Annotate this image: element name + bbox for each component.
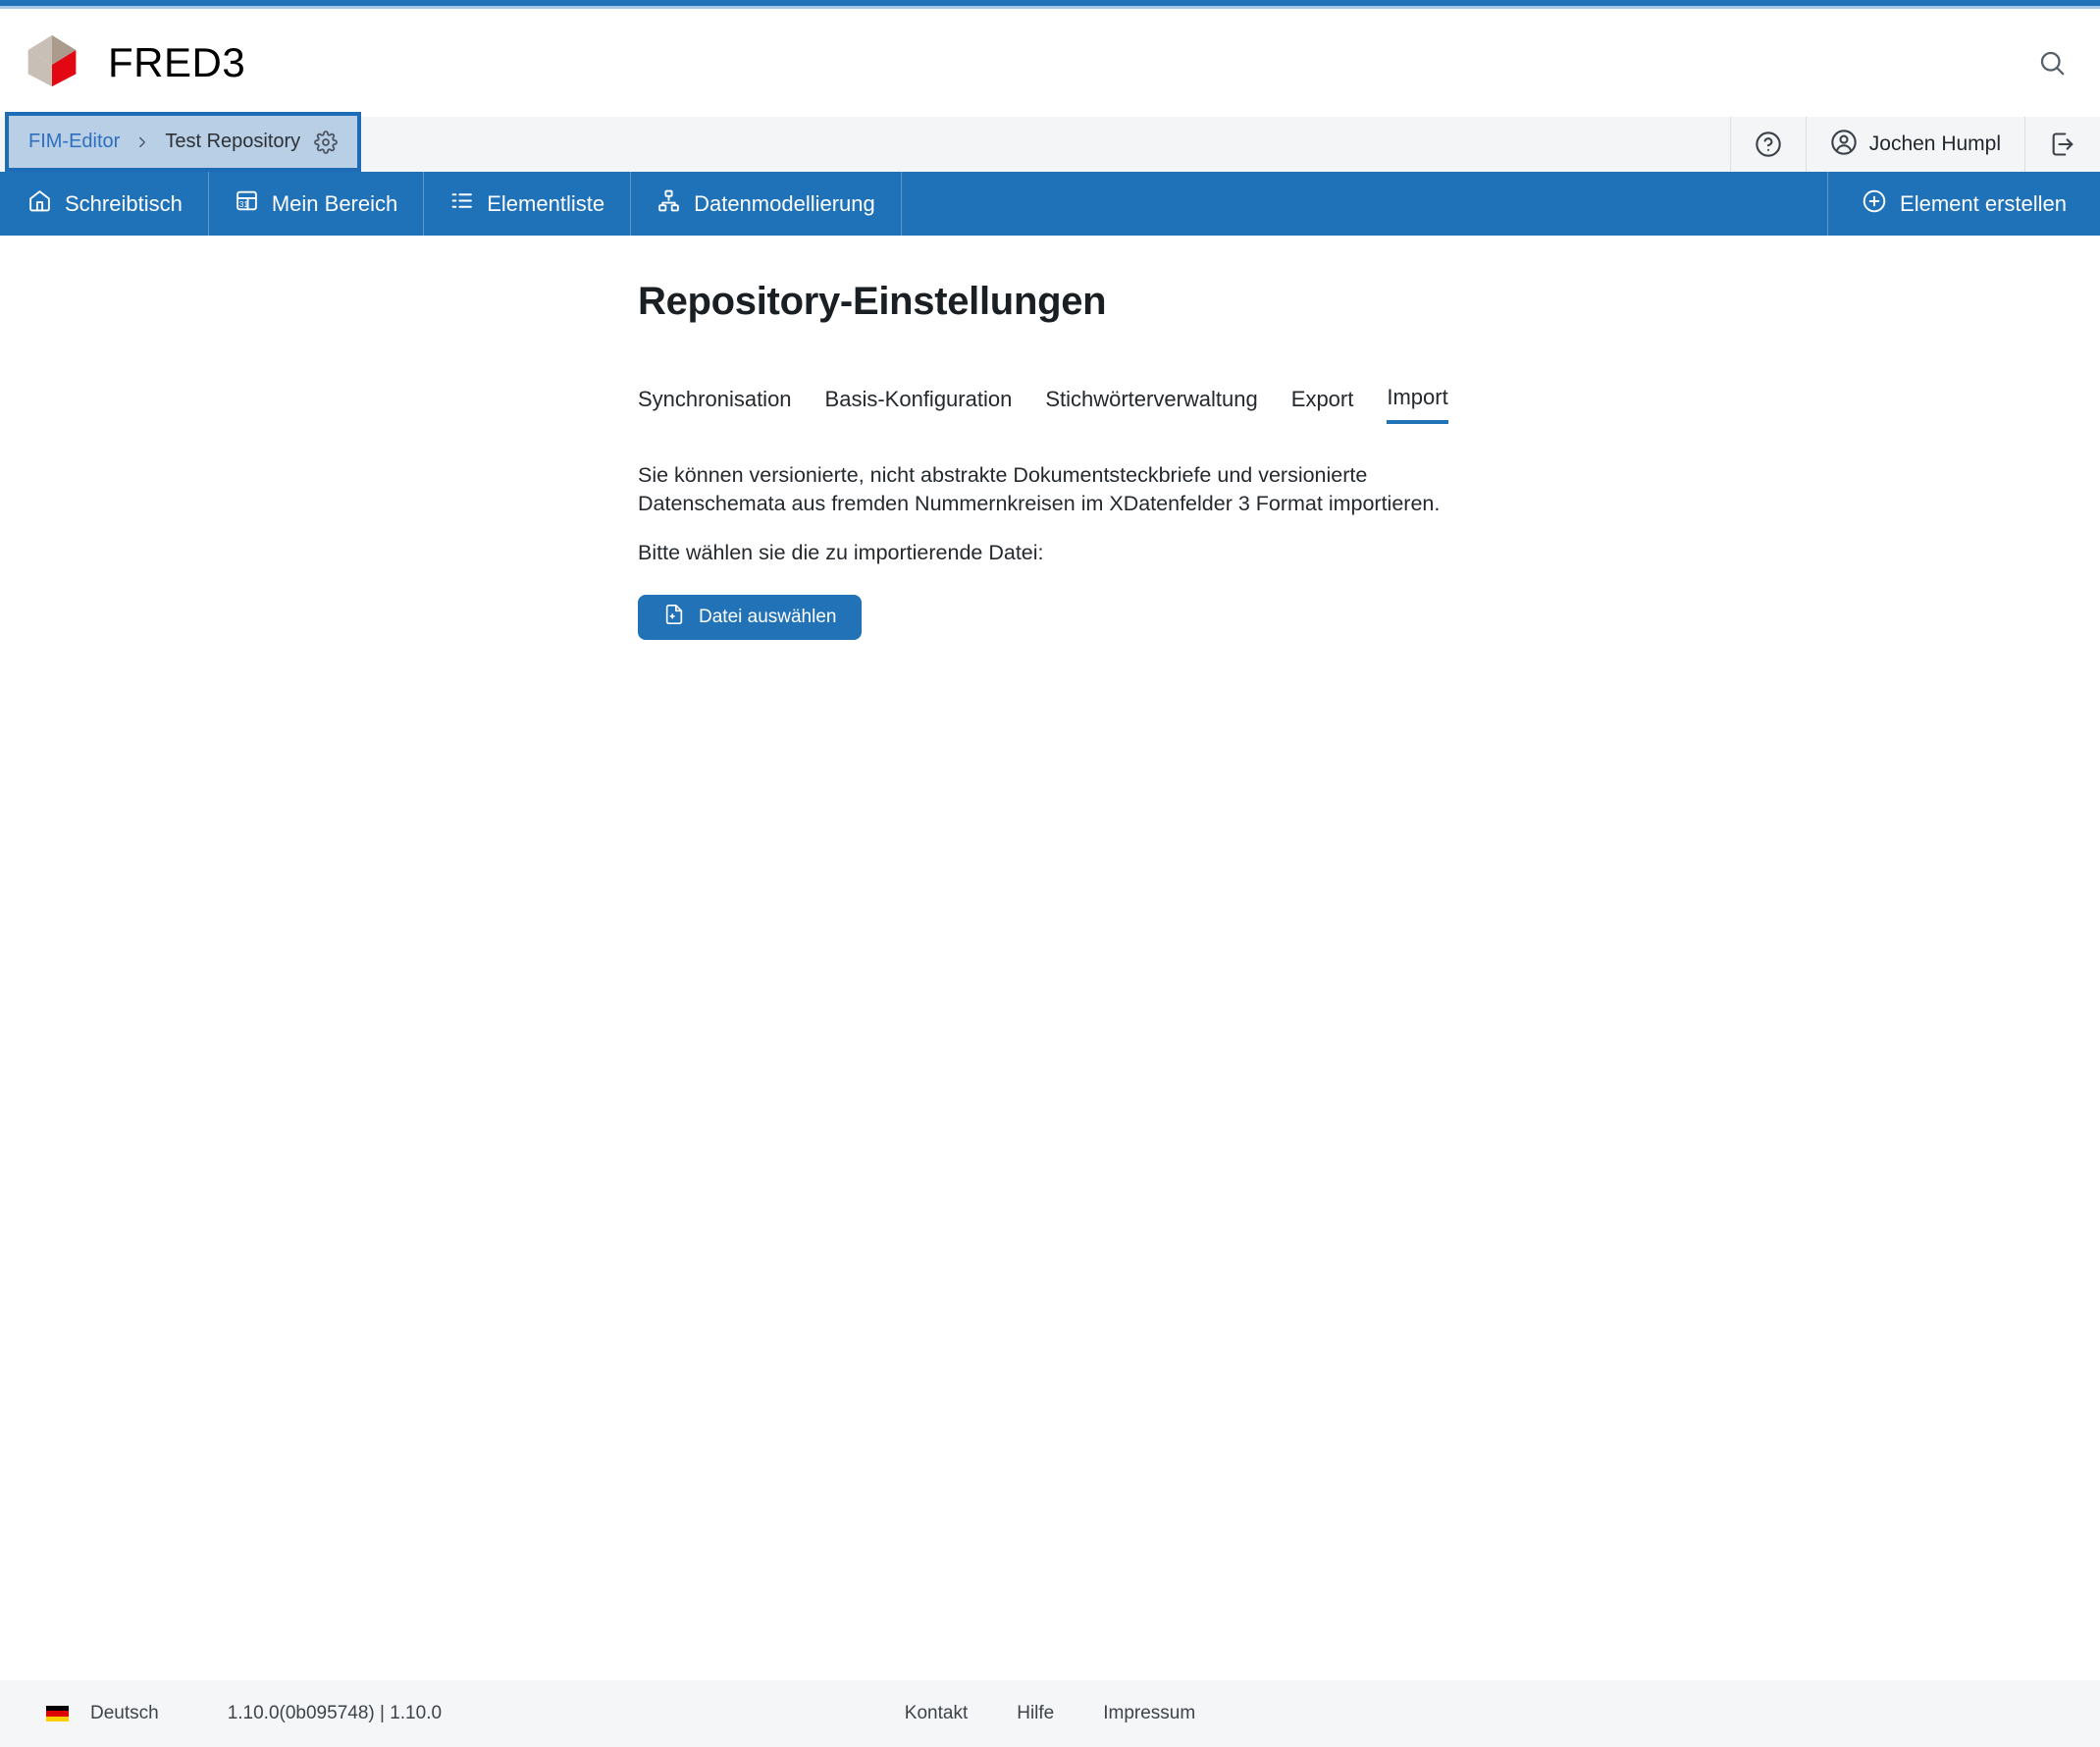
breadcrumb-link-fim-editor[interactable]: FIM-Editor bbox=[28, 131, 120, 153]
version-info: 1.10.0(0b095748) | 1.10.0 bbox=[228, 1703, 442, 1724]
org-chart-icon bbox=[656, 188, 681, 219]
tab-export[interactable]: Export bbox=[1291, 385, 1354, 424]
breadcrumb-bar: FIM-Editor Test Repository bbox=[0, 117, 2100, 172]
list-icon bbox=[449, 188, 474, 219]
tab-import[interactable]: Import bbox=[1387, 385, 1447, 424]
language-selector[interactable]: Deutsch bbox=[90, 1703, 159, 1724]
nav-item-schreibtisch[interactable]: Schreibtisch bbox=[0, 172, 209, 236]
import-description: Sie können versionierte, nicht abstrakte… bbox=[638, 461, 1462, 517]
home-icon bbox=[27, 188, 52, 219]
breadcrumb-current-repository: Test Repository bbox=[165, 131, 300, 153]
search-icon[interactable] bbox=[2037, 48, 2067, 78]
page-title: Repository-Einstellungen bbox=[638, 280, 1462, 324]
main-content: Repository-Einstellungen Synchronisation… bbox=[0, 236, 2100, 1680]
help-icon[interactable] bbox=[1730, 117, 1806, 172]
tab-basis-konfiguration[interactable]: Basis-Konfiguration bbox=[825, 385, 1013, 424]
nav-item-mein-bereich[interactable]: 31 Mein Bereich bbox=[209, 172, 424, 236]
breadcrumb: FIM-Editor Test Repository bbox=[5, 112, 361, 172]
app-header: FRED3 bbox=[0, 9, 2100, 117]
logout-icon[interactable] bbox=[2024, 117, 2100, 172]
nav-item-elementliste[interactable]: Elementliste bbox=[424, 172, 631, 236]
tab-stichwoerterverwaltung[interactable]: Stichwörterverwaltung bbox=[1045, 385, 1257, 424]
footer: Deutsch 1.10.0(0b095748) | 1.10.0 Kontak… bbox=[0, 1680, 2100, 1747]
app-logo-icon bbox=[22, 32, 82, 94]
settings-tabs: Synchronisation Basis-Konfiguration Stic… bbox=[638, 385, 1462, 424]
repository-settings-gear-icon[interactable] bbox=[314, 131, 338, 154]
tab-synchronisation[interactable]: Synchronisation bbox=[638, 385, 792, 424]
file-plus-icon bbox=[663, 602, 685, 633]
svg-text:31: 31 bbox=[239, 199, 249, 209]
user-name: Jochen Humpl bbox=[1869, 132, 2001, 156]
select-file-button[interactable]: Datei auswählen bbox=[638, 595, 862, 640]
top-accent-stripe bbox=[0, 0, 2100, 9]
file-select-prompt: Bitte wählen sie die zu importierende Da… bbox=[638, 541, 1462, 565]
footer-link-impressum[interactable]: Impressum bbox=[1103, 1703, 1195, 1724]
user-avatar-icon bbox=[1830, 129, 1858, 161]
german-flag-icon[interactable] bbox=[46, 1706, 69, 1721]
footer-links: Kontakt Hilfe Impressum bbox=[905, 1703, 1195, 1724]
app-title: FRED3 bbox=[108, 39, 245, 86]
main-navigation: Schreibtisch 31 Mein Bereich bbox=[0, 172, 2100, 236]
user-toolbar: Jochen Humpl bbox=[1730, 117, 2100, 172]
plus-circle-icon bbox=[1862, 188, 1887, 220]
calendar-window-icon: 31 bbox=[235, 188, 259, 219]
footer-link-hilfe[interactable]: Hilfe bbox=[1017, 1703, 1054, 1724]
create-element-button[interactable]: Element erstellen bbox=[1827, 172, 2100, 236]
footer-link-kontakt[interactable]: Kontakt bbox=[905, 1703, 968, 1724]
nav-item-datenmodellierung[interactable]: Datenmodellierung bbox=[631, 172, 902, 236]
app-page: FRED3 FIM-Editor Test Repository bbox=[0, 0, 2100, 1747]
chevron-right-icon bbox=[133, 133, 151, 151]
user-menu[interactable]: Jochen Humpl bbox=[1806, 117, 2024, 172]
